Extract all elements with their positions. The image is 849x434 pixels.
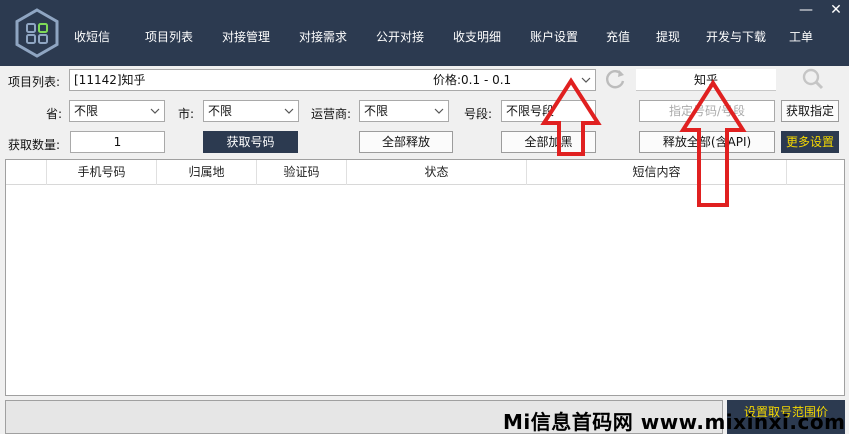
project-value: [11142]知乎 <box>74 73 146 87</box>
get-number-button[interactable]: 获取号码 <box>203 131 298 153</box>
get-specified-button[interactable]: 获取指定 <box>781 100 839 122</box>
nav-account-settings[interactable]: 账户设置 <box>530 28 578 45</box>
province-label: 省: <box>46 107 63 121</box>
project-select[interactable]: [11142]知乎 价格:0.1 - 0.1 <box>69 69 596 91</box>
chevron-down-icon <box>434 108 444 114</box>
city-value: 不限 <box>208 104 233 118</box>
column-sms-content[interactable]: 短信内容 <box>527 160 787 185</box>
top-bar: 收短信 项目列表 对接管理 对接需求 公开对接 收支明细 账户设置 充值 提现 … <box>0 0 849 66</box>
close-button[interactable]: ✕ <box>826 2 846 18</box>
app-logo-icon <box>15 8 59 58</box>
nav-docking-demand[interactable]: 对接需求 <box>299 28 347 45</box>
chevron-down-icon <box>150 108 160 114</box>
nav-withdraw[interactable]: 提现 <box>656 28 680 45</box>
quantity-value: 1 <box>113 135 122 149</box>
nav-receive-sms[interactable]: 收短信 <box>74 28 110 45</box>
table-header-check <box>6 160 47 185</box>
quantity-input[interactable]: 1 <box>70 131 165 153</box>
nav-dev-download[interactable]: 开发与下载 <box>706 28 766 45</box>
carrier-label: 运营商: <box>311 107 352 121</box>
column-code[interactable]: 验证码 <box>257 160 347 185</box>
watermark-text: Mi信息首码网 www.mixinxi.com <box>503 410 846 434</box>
project-list-label: 项目列表: <box>8 75 61 89</box>
city-label: 市: <box>178 107 195 121</box>
carrier-select[interactable]: 不限 <box>359 100 449 122</box>
minimize-button[interactable]: — <box>796 2 816 18</box>
table-header-end <box>787 160 844 185</box>
search-icon[interactable] <box>800 67 826 91</box>
nav-project-list[interactable]: 项目列表 <box>145 28 193 45</box>
more-settings-button[interactable]: 更多设置 <box>781 131 839 153</box>
segment-label: 号段: <box>464 107 493 121</box>
price-range: 价格:0.1 - 0.1 <box>433 73 512 87</box>
refresh-icon[interactable] <box>603 67 627 91</box>
release-all-button[interactable]: 全部释放 <box>359 131 453 153</box>
nav-ticket[interactable]: 工单 <box>789 28 813 45</box>
nav-docking-manage[interactable]: 对接管理 <box>222 28 270 45</box>
city-select[interactable]: 不限 <box>203 100 299 122</box>
nav-income-expense[interactable]: 收支明细 <box>453 28 501 45</box>
annotation-arrow-icon <box>679 79 747 207</box>
column-status[interactable]: 状态 <box>347 160 527 185</box>
nav-recharge[interactable]: 充值 <box>606 28 630 45</box>
province-value: 不限 <box>74 104 99 118</box>
annotation-arrow-icon <box>540 77 602 156</box>
column-phone[interactable]: 手机号码 <box>47 160 157 185</box>
nav-public-docking[interactable]: 公开对接 <box>376 28 424 45</box>
province-select[interactable]: 不限 <box>69 100 165 122</box>
quantity-label: 获取数量: <box>8 138 61 152</box>
chevron-down-icon <box>284 108 294 114</box>
column-location[interactable]: 归属地 <box>157 160 257 185</box>
carrier-value: 不限 <box>364 104 389 118</box>
